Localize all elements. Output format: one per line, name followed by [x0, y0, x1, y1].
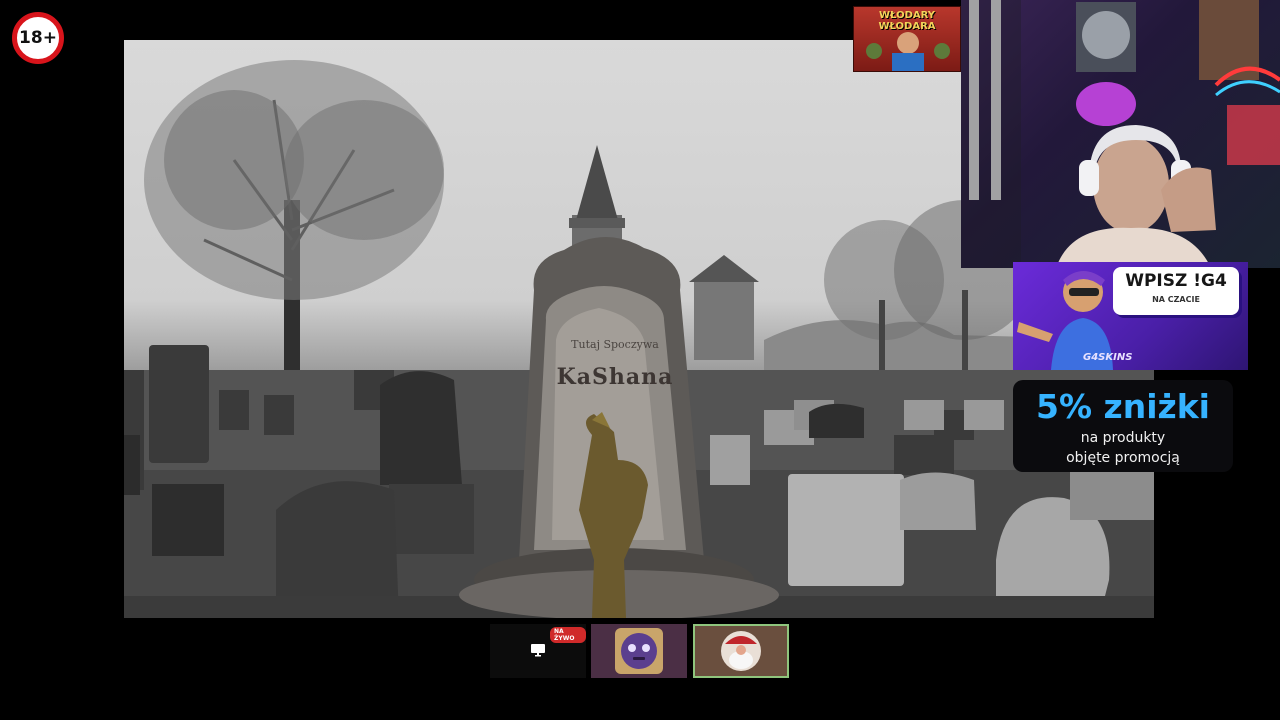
g4skins-promo-banner: WPISZ !G4 NA CZACIE G4SKINS [1013, 262, 1248, 370]
tile-avatar-face[interactable] [591, 624, 687, 678]
headstone-epitaph: Tutaj Spoczywa [571, 338, 659, 351]
avatar-face-icon [615, 628, 663, 674]
stream-stage: 18+ Tutaj Spoczywa KaShana WŁODARY WŁODA… [0, 0, 1280, 720]
headstone-name: KaShana [556, 364, 674, 390]
live-badge: NA ŻYWO [550, 627, 586, 643]
promo-command-box: WPISZ !G4 NA CZACIE [1113, 267, 1239, 315]
tile-avatar-santa[interactable] [693, 624, 789, 678]
sticker-figure-icon [866, 32, 950, 71]
wlodary-sticker: WŁODARY WŁODARA [853, 6, 961, 72]
avatar-santa-icon [721, 631, 761, 671]
screen-share-icon [531, 644, 545, 657]
promo-brand-name: G4SKINS [1083, 352, 1133, 363]
discount-title: 5% zniżki [1036, 387, 1210, 426]
discount-line-1: na produkty [1080, 430, 1166, 446]
tile-live-screen[interactable]: NA ŻYWO [490, 624, 586, 678]
webcam-streamer-image [961, 0, 1280, 268]
promo-command-text: WPISZ !G4 [1125, 271, 1227, 291]
discount-box: 5% zniżki na produkty objęte promocją [1013, 380, 1233, 472]
promo-chat-label: NA CZACIE [1152, 295, 1200, 304]
discount-line-2: objęte promocją [1066, 450, 1180, 466]
webcam-feed [961, 0, 1280, 268]
age-rating-badge: 18+ [12, 12, 64, 64]
